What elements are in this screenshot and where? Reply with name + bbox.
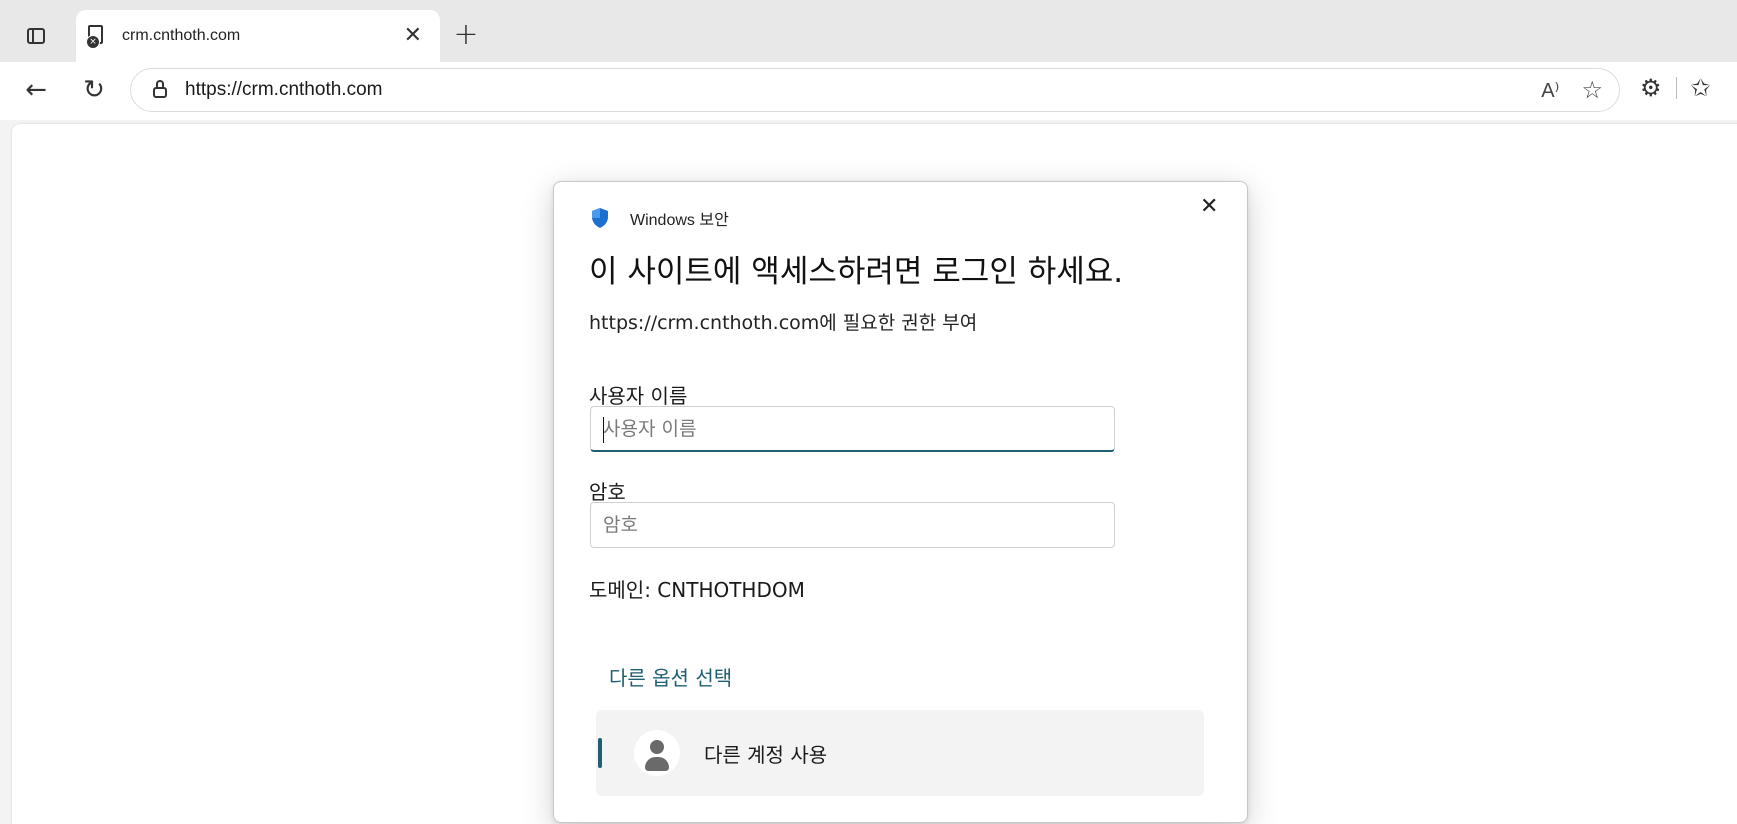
dialog-title: 이 사이트에 액세스하려면 로그인 하세요. [589, 254, 1124, 290]
tab-actions-icon [27, 28, 45, 44]
read-aloud-icon[interactable]: A⁾ [1541, 78, 1559, 103]
back-button[interactable]: ← [20, 74, 52, 106]
toolbar-divider [1675, 77, 1677, 99]
refresh-button[interactable]: ↻ [78, 74, 110, 106]
username-input[interactable] [591, 407, 1114, 450]
extensions-icon[interactable]: ⚙ [1640, 74, 1662, 102]
text-caret [603, 417, 604, 443]
star-icon[interactable]: ☆ [1581, 76, 1603, 104]
address-url[interactable]: https://crm.cnthoth.com [185, 79, 382, 101]
username-field[interactable] [590, 406, 1115, 452]
tab-title: crm.cnthoth.com [122, 27, 241, 44]
dialog-app-name: Windows 보안 [630, 212, 729, 229]
browser-tab[interactable]: × crm.cnthoth.com ✕ [76, 10, 440, 62]
refresh-icon: ↻ [83, 75, 105, 105]
username-label: 사용자 이름 [589, 384, 688, 408]
dialog-header: Windows 보안 [590, 206, 729, 230]
other-options-link[interactable]: 다른 옵션 선택 [609, 662, 732, 691]
dialog-subtitle: https://crm.cnthoth.com에 필요한 권한 부여 [589, 312, 978, 334]
password-label: 암호 [589, 480, 626, 504]
tab-actions-button[interactable] [20, 22, 52, 50]
address-bar[interactable]: https://crm.cnthoth.com A⁾ ☆ [130, 68, 1620, 112]
dialog-close-button[interactable]: ✕ [1200, 196, 1218, 218]
back-arrow-icon: ← [25, 75, 47, 105]
favorites-icon[interactable]: ✩ [1691, 74, 1711, 102]
browser-toolbar: ← ↻ https://crm.cnthoth.com A⁾ ☆ ⚙ ✩ [0, 62, 1737, 120]
password-field[interactable] [590, 502, 1115, 548]
tab-strip: × crm.cnthoth.com ✕ + [0, 0, 1737, 62]
new-tab-button[interactable]: + [450, 20, 482, 52]
password-input[interactable] [591, 503, 1114, 547]
user-avatar-icon [634, 730, 680, 776]
page-error-icon: × [86, 25, 106, 49]
windows-security-dialog: ✕ Windows 보안 이 사이트에 액세스하려면 로그인 하세요. http… [553, 181, 1248, 823]
selection-indicator [598, 738, 602, 768]
tab-close-button[interactable]: ✕ [404, 25, 422, 47]
option-label: 다른 계정 사용 [704, 742, 828, 767]
lock-icon[interactable] [153, 80, 167, 98]
shield-icon [592, 208, 608, 228]
use-other-account-option[interactable]: 다른 계정 사용 [596, 710, 1204, 796]
domain-label: 도메인: CNTHOTHDOM [589, 578, 805, 602]
